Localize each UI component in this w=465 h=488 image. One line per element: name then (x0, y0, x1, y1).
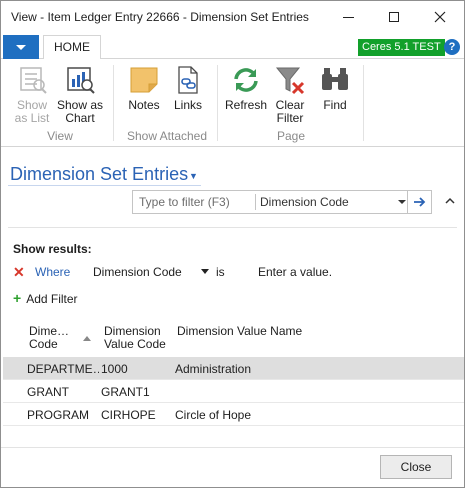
application-menu-button[interactable] (3, 35, 39, 59)
show-as-list-button[interactable]: Show as List (11, 65, 53, 125)
column-header-dimension-value-code[interactable]: Dimension Value Code (104, 325, 166, 351)
cell-dimension-value-code[interactable]: GRANT1 (101, 385, 171, 399)
add-filter-label: Add Filter (26, 292, 78, 306)
chevron-down-icon[interactable] (201, 269, 209, 274)
filter-field-select[interactable]: Dimension Code (93, 265, 182, 279)
cell-dimension-value-code[interactable]: 1000 (101, 362, 171, 376)
clear-filter-label: Clear Filter (275, 98, 305, 125)
show-as-list-label: Show as List (14, 98, 50, 125)
close-window-button[interactable] (417, 1, 463, 33)
refresh-button[interactable]: Refresh (223, 65, 269, 112)
cell-dimension-value-name[interactable]: Administration (175, 362, 435, 376)
links-button[interactable]: Links (169, 65, 207, 112)
group-separator (217, 65, 218, 141)
page-title-underline (8, 185, 201, 186)
environment-badge: Ceres 5.1 TEST (358, 39, 445, 56)
maximize-icon (389, 12, 399, 22)
column-header-line: Value Code (104, 337, 166, 351)
ribbon-tab-strip: HOME Ceres 5.1 TEST ? (1, 35, 464, 60)
help-icon[interactable]: ? (444, 39, 460, 55)
grid-header: Dime… Code Dimension Value Code Dimensio… (3, 321, 464, 357)
column-header-line: Code (29, 337, 58, 351)
clear-filter-button[interactable]: Clear Filter (271, 65, 309, 125)
page-title[interactable]: Dimension Set Entries (10, 164, 188, 185)
window-title: View - Item Ledger Entry 22666 - Dimensi… (11, 10, 309, 24)
chart-icon (67, 67, 95, 94)
sort-ascending-icon (83, 336, 91, 341)
chevron-down-icon[interactable] (398, 200, 406, 204)
filter-value-input[interactable]: Enter a value. (258, 265, 332, 279)
show-results-heading: Show results: (13, 242, 92, 256)
cell-dimension-code[interactable]: GRANT (27, 385, 99, 399)
plus-icon: + (13, 290, 22, 306)
group-separator (113, 65, 114, 141)
table-row[interactable]: PROGRAM CIRHOPE Circle of Hope (3, 403, 464, 426)
cell-dimension-code[interactable]: PROGRAM (27, 408, 99, 422)
cell-dimension-code[interactable]: DEPARTME… (27, 362, 99, 376)
dimension-set-grid: Dime… Code Dimension Value Code Dimensio… (3, 321, 464, 426)
group-label-page: Page (276, 129, 306, 143)
clear-filter-icon (275, 67, 305, 95)
table-row[interactable]: GRANT GRANT1 (3, 380, 464, 403)
cell-dimension-value-code[interactable]: CIRHOPE (101, 408, 171, 422)
refresh-label: Refresh (224, 98, 268, 112)
filter-operator: is (216, 265, 225, 279)
remove-filter-icon[interactable]: ✕ (13, 264, 25, 281)
chevron-down-icon[interactable]: ▼ (189, 171, 198, 181)
search-go-button[interactable] (407, 191, 432, 213)
group-separator (363, 65, 364, 141)
arrow-right-icon (414, 197, 426, 207)
column-header-dimension-code[interactable]: Dime… Code (29, 325, 69, 351)
collapse-filter-icon[interactable] (445, 195, 455, 207)
table-row[interactable]: DEPARTME… 1000 Administration (3, 357, 464, 380)
link-icon (178, 66, 198, 94)
dialog-window: View - Item Ledger Entry 22666 - Dimensi… (0, 0, 465, 488)
column-header-dimension-value-name[interactable]: Dimension Value Name (177, 325, 302, 338)
search-box: Dimension Code (132, 190, 432, 214)
links-label: Links (173, 98, 202, 112)
close-button[interactable]: Close (380, 455, 452, 479)
refresh-icon (234, 68, 258, 92)
show-as-chart-button[interactable]: Show as Chart (56, 65, 104, 125)
grid-body: DEPARTME… 1000 Administration GRANT GRANT1 PR… (3, 357, 464, 426)
divider (8, 227, 457, 228)
cell-dimension-value-name[interactable]: Circle of Hope (175, 408, 435, 422)
search-field-select[interactable]: Dimension Code (260, 191, 400, 213)
notes-label: Notes (128, 98, 160, 112)
search-input[interactable] (133, 191, 255, 213)
title-bar[interactable]: View - Item Ledger Entry 22666 - Dimensi… (1, 1, 464, 33)
minimize-button[interactable] (325, 1, 371, 33)
dialog-footer: Close (1, 447, 464, 487)
add-filter-button[interactable]: + Add Filter (13, 290, 78, 306)
search-divider (255, 194, 256, 210)
find-label: Find (323, 98, 347, 112)
tab-home[interactable]: HOME (43, 35, 101, 60)
minimize-icon (342, 16, 354, 18)
group-label-view: View (47, 129, 73, 143)
maximize-button[interactable] (371, 1, 417, 33)
note-icon (130, 67, 158, 93)
binoculars-icon (322, 68, 348, 90)
find-button[interactable]: Find (317, 65, 353, 112)
filter-where-link[interactable]: Where (35, 265, 70, 279)
ribbon: Show as List Show as Chart View Notes Li… (1, 59, 464, 147)
filter-row: ✕ Where Dimension Code is Enter a value. (13, 264, 453, 281)
list-icon (20, 67, 47, 94)
chevron-down-icon (16, 44, 26, 50)
notes-button[interactable]: Notes (125, 65, 163, 112)
close-icon (434, 11, 446, 23)
group-label-show-attached: Show Attached (126, 129, 208, 143)
show-as-chart-label: Show as Chart (56, 98, 104, 125)
